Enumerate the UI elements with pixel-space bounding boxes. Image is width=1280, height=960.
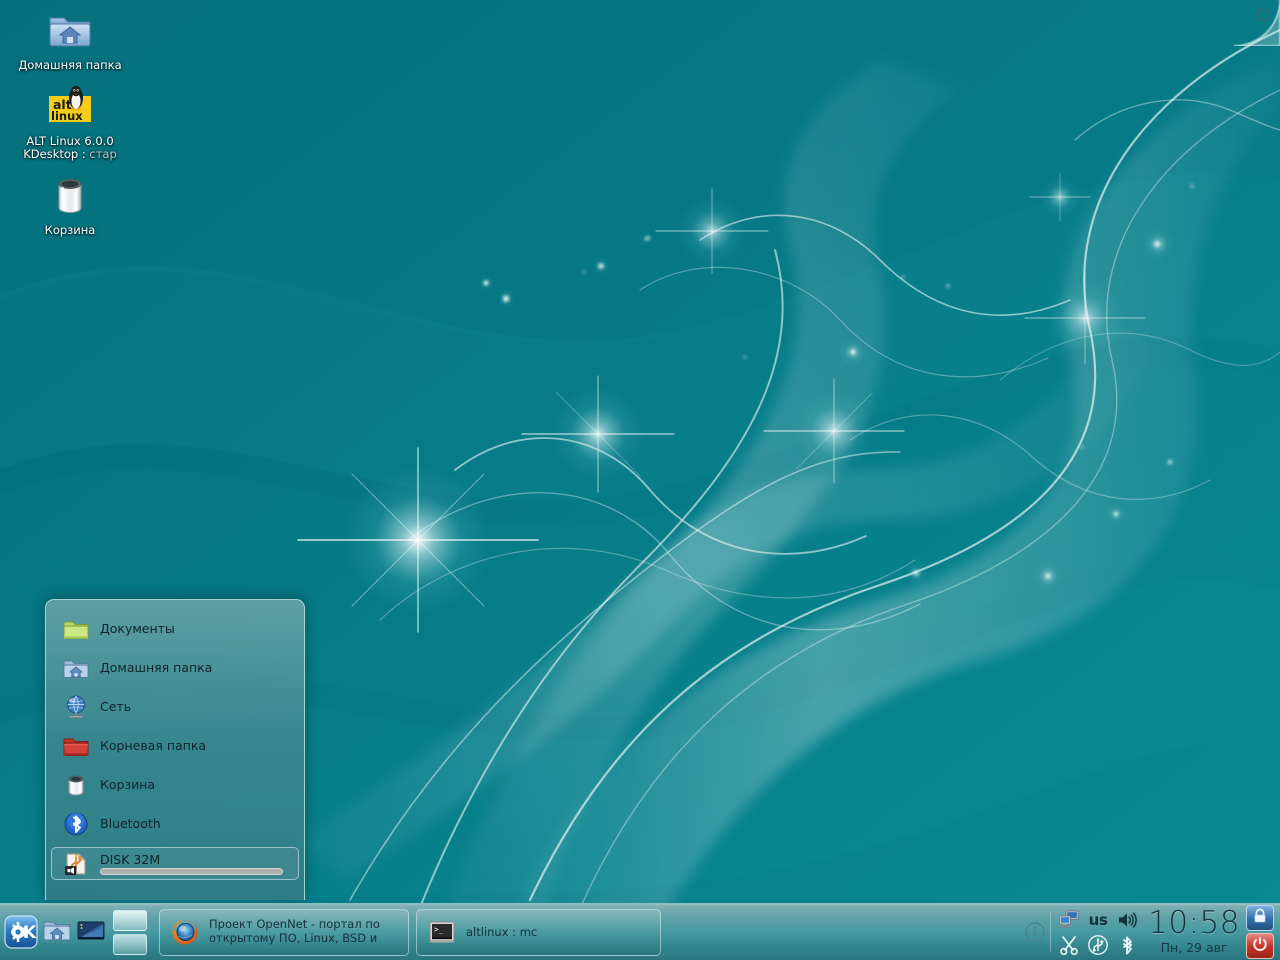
usb-circle-icon[interactable] <box>1087 934 1109 956</box>
task-list: Проект OpenNet - портал по открытому ПО,… <box>159 908 1022 956</box>
virtual-desktop-pager[interactable] <box>113 908 147 956</box>
places-item-trash[interactable]: Корзина <box>51 765 299 804</box>
digital-clock[interactable]: 10:58 Пн, 29 авг <box>1148 908 1240 956</box>
desktop-icon-label: Корзина <box>44 223 96 237</box>
padlock-icon <box>1251 907 1269 929</box>
show-desktop-icon <box>76 915 106 949</box>
places-item-label: Корзина <box>100 777 156 792</box>
task-terminal[interactable]: >_ altlinux : mc <box>416 908 661 956</box>
taskbar-panel[interactable]: K Проект OpenNet - портал по открытому П… <box>0 903 1280 960</box>
pager-desktop-1[interactable] <box>113 909 147 931</box>
trash-icon <box>63 772 89 798</box>
places-item-bluetooth[interactable]: Bluetooth <box>51 804 299 843</box>
places-item-documents[interactable]: Документы <box>51 609 299 648</box>
desktop-icon-home-folder[interactable]: Домашняя папка <box>7 0 133 76</box>
folder-root-icon <box>63 733 89 759</box>
pager-desktop-2[interactable] <box>113 933 147 955</box>
places-item-label: Сеть <box>100 699 132 714</box>
places-list: Документы Домашняя папка Сеть Корневая п… <box>46 600 304 880</box>
home-folder-icon <box>46 6 94 54</box>
lock-screen-button[interactable] <box>1246 905 1274 931</box>
tray-icon-grid: us <box>1056 908 1140 957</box>
network-monitors-icon[interactable] <box>1058 909 1080 931</box>
desktop-icon-alt-linux-doc[interactable]: alt linux ALT Linux 6.0.0 KDesktop : ста… <box>7 76 133 165</box>
system-tray: us 10:58 Пн, 29 авг <box>1022 905 1280 959</box>
device-info: DISK 32M <box>100 853 286 875</box>
terminal-icon: >_ <box>428 918 456 946</box>
places-item-label: Документы <box>100 621 175 636</box>
bluetooth-tray-icon[interactable] <box>1116 934 1138 956</box>
desktop-toolbox-cashew-icon[interactable] <box>1233 0 1280 48</box>
info-circle-icon[interactable] <box>1022 919 1048 945</box>
system-buttons <box>1246 905 1274 959</box>
keyboard-layout-label: us <box>1088 910 1108 929</box>
firefox-icon <box>171 918 199 946</box>
places-item-label: Bluetooth <box>100 816 161 831</box>
folder-home-icon <box>63 655 89 681</box>
device-usage-bar <box>100 867 283 875</box>
tray-separator <box>1050 912 1052 952</box>
places-device-disk[interactable]: DISK 32M <box>51 847 299 880</box>
desktop-icon-area: Домашняя папка alt linux ALT Linux 6.0.0… <box>0 0 140 241</box>
home-folder-icon <box>42 915 72 949</box>
show-desktop-button[interactable] <box>75 916 107 948</box>
shutdown-button[interactable] <box>1246 933 1274 959</box>
svg-text:K: K <box>23 923 37 943</box>
network-globe-icon <box>63 694 89 720</box>
kmenu-button[interactable]: K <box>3 914 39 950</box>
device-label: DISK 32M <box>100 851 161 867</box>
svg-text:>_: >_ <box>434 925 444 934</box>
folderview-places-popup[interactable]: Документы Домашняя папка Сеть Корневая п… <box>45 599 305 900</box>
clock-date: Пн, 29 авг <box>1160 940 1228 955</box>
speaker-icon[interactable] <box>1116 909 1138 931</box>
svg-text:linux: linux <box>51 109 83 123</box>
places-item-label: Корневая папка <box>100 738 207 753</box>
bluetooth-icon <box>63 811 89 837</box>
quick-launch-home-button[interactable] <box>41 916 73 948</box>
alt-linux-icon: alt linux <box>46 82 94 130</box>
usb-drive-icon <box>63 851 89 877</box>
scissors-icon[interactable] <box>1058 934 1080 956</box>
desktop-icon-label: ALT Linux 6.0.0 KDesktop : стар <box>23 134 117 161</box>
task-firefox[interactable]: Проект OpenNet - портал по открытому ПО,… <box>159 908 409 956</box>
desktop-icon-label: Домашняя папка <box>18 58 122 72</box>
folder-documents-icon <box>63 616 89 642</box>
task-title: altlinux : mc <box>466 925 538 939</box>
places-item-network[interactable]: Сеть <box>51 687 299 726</box>
places-item-label: Домашняя папка <box>100 660 213 675</box>
places-item-home[interactable]: Домашняя папка <box>51 648 299 687</box>
power-icon <box>1251 935 1269 957</box>
desktop-icon-trash[interactable]: Корзина <box>7 165 133 241</box>
keyboard-layout-indicator[interactable]: us <box>1087 909 1109 931</box>
places-item-root[interactable]: Корневая папка <box>51 726 299 765</box>
trash-icon <box>46 171 94 219</box>
clock-time: 10:58 <box>1148 905 1240 941</box>
task-title: Проект OpenNet - портал по открытому ПО,… <box>209 917 380 947</box>
